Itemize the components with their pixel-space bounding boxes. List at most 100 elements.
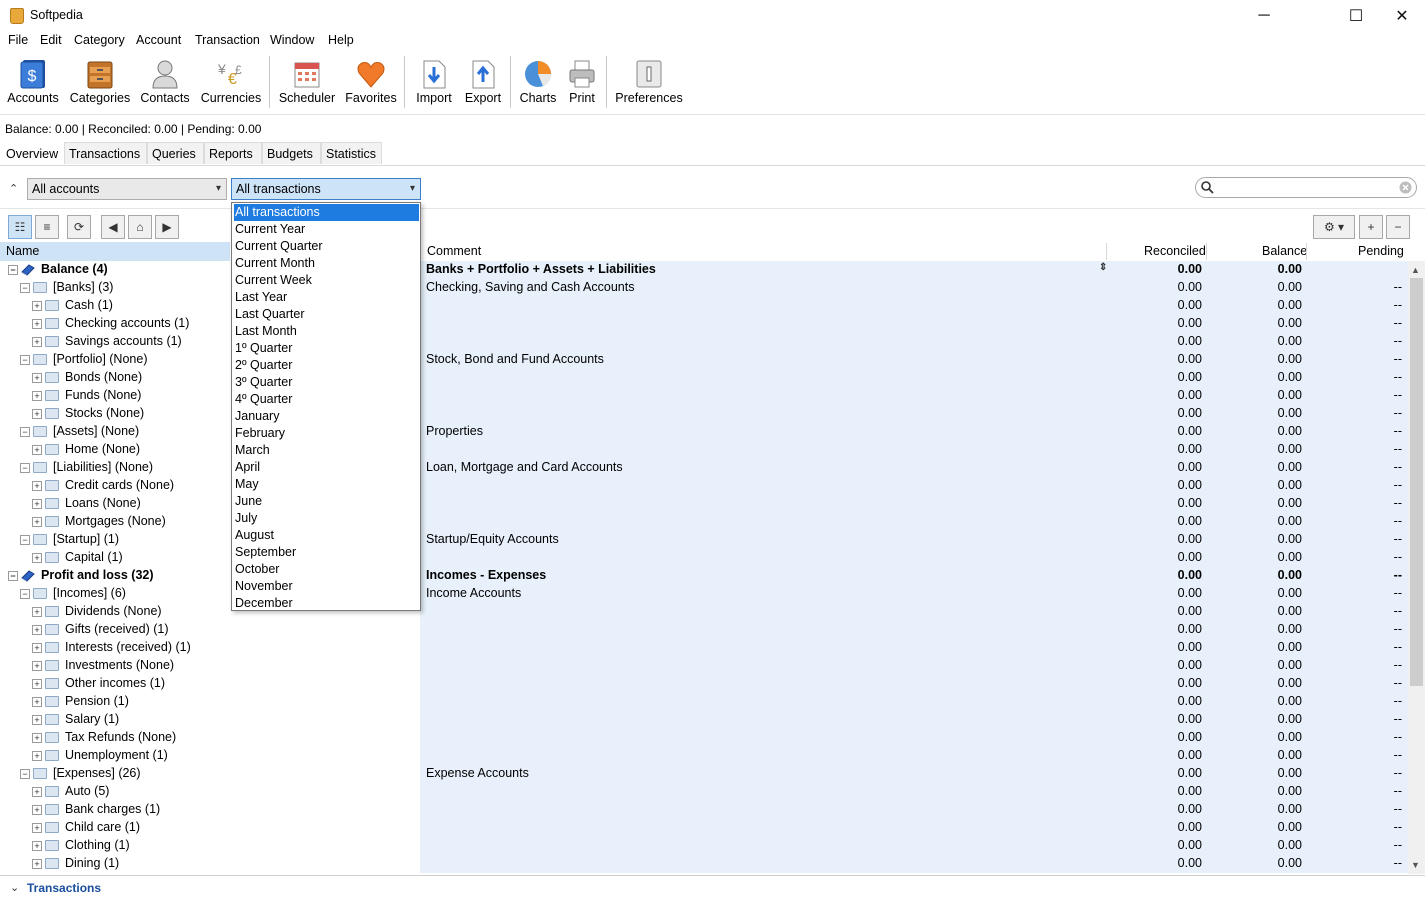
categories-button[interactable]: Categories — [68, 52, 132, 110]
dropdown-option[interactable]: June — [234, 493, 419, 510]
menu-help[interactable]: Help — [328, 33, 354, 47]
menu-edit[interactable]: Edit — [40, 33, 62, 47]
collapse-icon[interactable]: − — [20, 769, 30, 779]
scheduler-button[interactable]: Scheduler — [276, 52, 338, 110]
menu-transaction[interactable]: Transaction — [195, 33, 260, 47]
dropdown-option[interactable]: 2º Quarter — [234, 357, 419, 374]
table-row[interactable]: + Credit cards (None) 0.00 0.00 -- — [0, 477, 1408, 495]
print-button[interactable]: Print — [562, 52, 602, 110]
settings-menu-button[interactable]: ⚙ ▾ — [1313, 215, 1355, 239]
clear-search-icon[interactable] — [1399, 181, 1412, 194]
tab-transactions[interactable]: Transactions — [64, 142, 147, 164]
table-row[interactable]: + Stocks (None) 0.00 0.00 -- — [0, 405, 1408, 423]
dropdown-option[interactable]: May — [234, 476, 419, 493]
dropdown-option[interactable]: 3º Quarter — [234, 374, 419, 391]
column-name[interactable]: Name — [6, 244, 39, 258]
expand-icon[interactable]: + — [32, 841, 42, 851]
table-row[interactable]: + Unemployment (1) 0.00 0.00 -- — [0, 747, 1408, 765]
table-row[interactable]: − [Portfolio] (None) Stock, Bond and Fund … — [0, 351, 1408, 369]
table-row[interactable]: − [Banks] (3) Checking, Saving and Cash Ac… — [0, 279, 1408, 297]
expand-icon[interactable]: + — [32, 715, 42, 725]
collapse-icon[interactable]: − — [8, 265, 18, 275]
expand-icon[interactable]: + — [32, 805, 42, 815]
table-row[interactable]: − [Startup] (1) Startup/Equity Accounts 0.0… — [0, 531, 1408, 549]
table-row[interactable]: + Checking accounts (1) 0.00 0.00 -- — [0, 315, 1408, 333]
dropdown-option[interactable]: December — [234, 595, 419, 612]
expand-icon[interactable]: + — [32, 787, 42, 797]
dropdown-option[interactable]: Last Month — [234, 323, 419, 340]
table-row[interactable]: + Mortgages (None) 0.00 0.00 -- — [0, 513, 1408, 531]
table-row[interactable]: + Other incomes (1) 0.00 0.00 -- — [0, 675, 1408, 693]
tab-reports[interactable]: Reports — [204, 142, 262, 164]
column-balance[interactable]: Balance — [1262, 244, 1307, 258]
table-row[interactable]: − [Incomes] (6) Income Accounts 0.00 0.00 -- — [0, 585, 1408, 603]
expand-icon[interactable]: + — [32, 391, 42, 401]
flat-view-button[interactable]: ≡ — [35, 215, 59, 239]
collapse-icon[interactable]: − — [20, 283, 30, 293]
menu-category[interactable]: Category — [74, 33, 125, 47]
expand-icon[interactable]: + — [32, 337, 42, 347]
table-row[interactable]: + Auto (5) 0.00 0.00 -- — [0, 783, 1408, 801]
accounts-button[interactable]: $ Accounts — [4, 52, 62, 110]
table-row[interactable]: + Child care (1) 0.00 0.00 -- — [0, 819, 1408, 837]
expand-icon[interactable]: + — [32, 661, 42, 671]
column-comment[interactable]: Comment — [427, 244, 481, 258]
menu-window[interactable]: Window — [270, 33, 314, 47]
expand-icon[interactable]: + — [32, 679, 42, 689]
expand-icon[interactable]: + — [32, 625, 42, 635]
expand-icon[interactable]: + — [32, 697, 42, 707]
favorites-button[interactable]: Favorites — [342, 52, 400, 110]
expand-icon[interactable]: + — [32, 373, 42, 383]
table-row[interactable]: + Capital (1) 0.00 0.00 -- — [0, 549, 1408, 567]
expand-icon[interactable]: + — [32, 751, 42, 761]
table-row[interactable]: − [Liabilities] (None) Loan, Mortgage and … — [0, 459, 1408, 477]
dropdown-option[interactable]: February — [234, 425, 419, 442]
close-button[interactable]: ✕ — [1379, 0, 1425, 31]
dropdown-option[interactable]: August — [234, 527, 419, 544]
export-button[interactable]: Export — [460, 52, 506, 110]
table-row[interactable]: + Pension (1) 0.00 0.00 -- — [0, 693, 1408, 711]
expand-icon[interactable]: + — [32, 733, 42, 743]
dropdown-option[interactable]: Last Quarter — [234, 306, 419, 323]
table-row[interactable]: + Dividends (None) 0.00 0.00 -- — [0, 603, 1408, 621]
expand-icon[interactable]: + — [32, 643, 42, 653]
collapse-icon[interactable]: − — [20, 463, 30, 473]
expand-icon[interactable]: + — [32, 409, 42, 419]
contacts-button[interactable]: Contacts — [136, 52, 194, 110]
table-row[interactable]: + Tax Refunds (None) 0.00 0.00 -- — [0, 729, 1408, 747]
tab-overview[interactable]: Overview — [1, 142, 63, 164]
dropdown-option[interactable]: March — [234, 442, 419, 459]
dropdown-option[interactable]: All transactions — [234, 204, 419, 221]
expand-panel-icon[interactable]: ⌄ — [10, 881, 19, 894]
table-row[interactable]: − [Assets] (None) Properties 0.00 0.00 -- — [0, 423, 1408, 441]
charts-button[interactable]: Charts — [515, 52, 561, 110]
accounts-filter-select[interactable]: All accounts ▾ — [27, 178, 227, 200]
currencies-button[interactable]: ¥ € £ Currencies — [198, 52, 264, 110]
table-row[interactable]: + Cash (1) 0.00 0.00 -- — [0, 297, 1408, 315]
table-row[interactable]: + Interests (received) (1) 0.00 0.00 -- — [0, 639, 1408, 657]
dropdown-option[interactable]: November — [234, 578, 419, 595]
expand-icon[interactable]: + — [32, 499, 42, 509]
dropdown-option[interactable]: Current Year — [234, 221, 419, 238]
dropdown-option[interactable]: Current Month — [234, 255, 419, 272]
menu-account[interactable]: Account — [136, 33, 181, 47]
table-row[interactable]: + Gifts (received) (1) 0.00 0.00 -- — [0, 621, 1408, 639]
collapse-filters-icon[interactable]: ⌃ — [9, 182, 18, 195]
expand-icon[interactable]: + — [32, 859, 42, 869]
import-button[interactable]: Import — [410, 52, 458, 110]
expand-icon[interactable]: + — [32, 553, 42, 563]
expand-icon[interactable]: + — [32, 301, 42, 311]
table-row[interactable]: + Funds (None) 0.00 0.00 -- — [0, 387, 1408, 405]
collapse-icon[interactable]: − — [20, 535, 30, 545]
table-row[interactable]: + Loans (None) 0.00 0.00 -- — [0, 495, 1408, 513]
table-row[interactable]: + Salary (1) 0.00 0.00 -- — [0, 711, 1408, 729]
dropdown-option[interactable]: Current Week — [234, 272, 419, 289]
dropdown-option[interactable]: October — [234, 561, 419, 578]
minimize-button[interactable]: ─ — [1241, 0, 1287, 31]
expand-icon[interactable]: + — [32, 319, 42, 329]
tree-view-button[interactable]: ☷ — [8, 215, 32, 239]
collapse-icon[interactable]: − — [20, 589, 30, 599]
table-row[interactable]: + Savings accounts (1) 0.00 0.00 -- — [0, 333, 1408, 351]
home-button[interactable]: ⌂ — [128, 215, 152, 239]
tab-queries[interactable]: Queries — [147, 142, 204, 164]
